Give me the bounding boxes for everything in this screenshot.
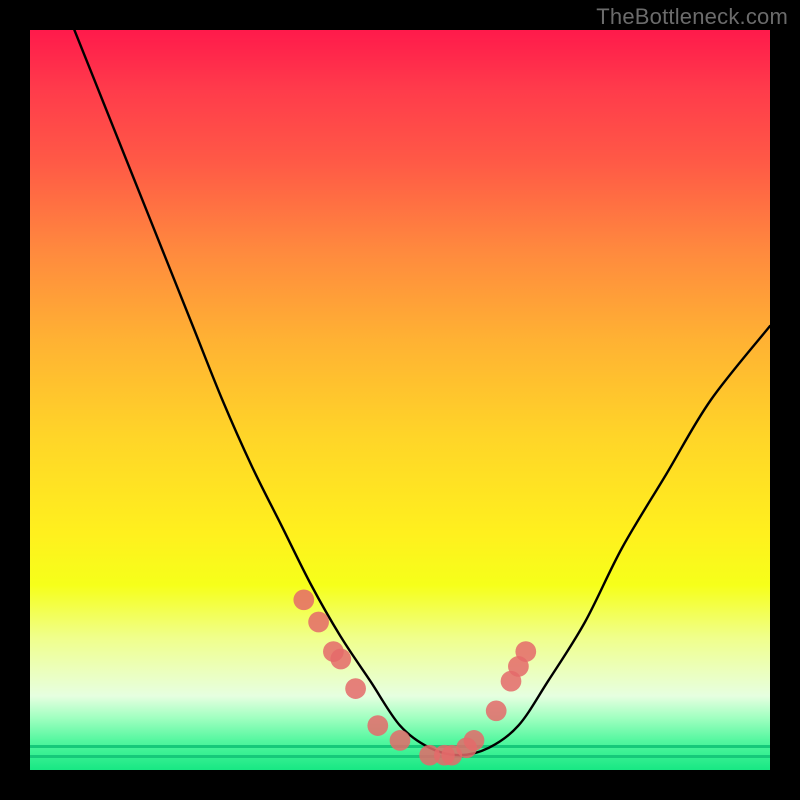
marker-point [293,589,314,610]
marker-point [308,612,329,633]
marker-point [508,656,529,677]
marker-point [501,671,522,692]
marker-point [323,641,344,662]
chart-outer-frame: TheBottleneck.com [0,0,800,800]
plot-area [30,30,770,770]
lower-green-band-2 [30,755,770,758]
marker-point [486,700,507,721]
marker-point [367,715,388,736]
lower-green-band-1 [30,745,770,748]
highlight-markers [293,589,536,765]
watermark-text: TheBottleneck.com [596,4,788,30]
marker-point [345,678,366,699]
marker-point [330,649,351,670]
bottleneck-curve [74,30,770,755]
curve-svg [30,30,770,770]
marker-point [515,641,536,662]
